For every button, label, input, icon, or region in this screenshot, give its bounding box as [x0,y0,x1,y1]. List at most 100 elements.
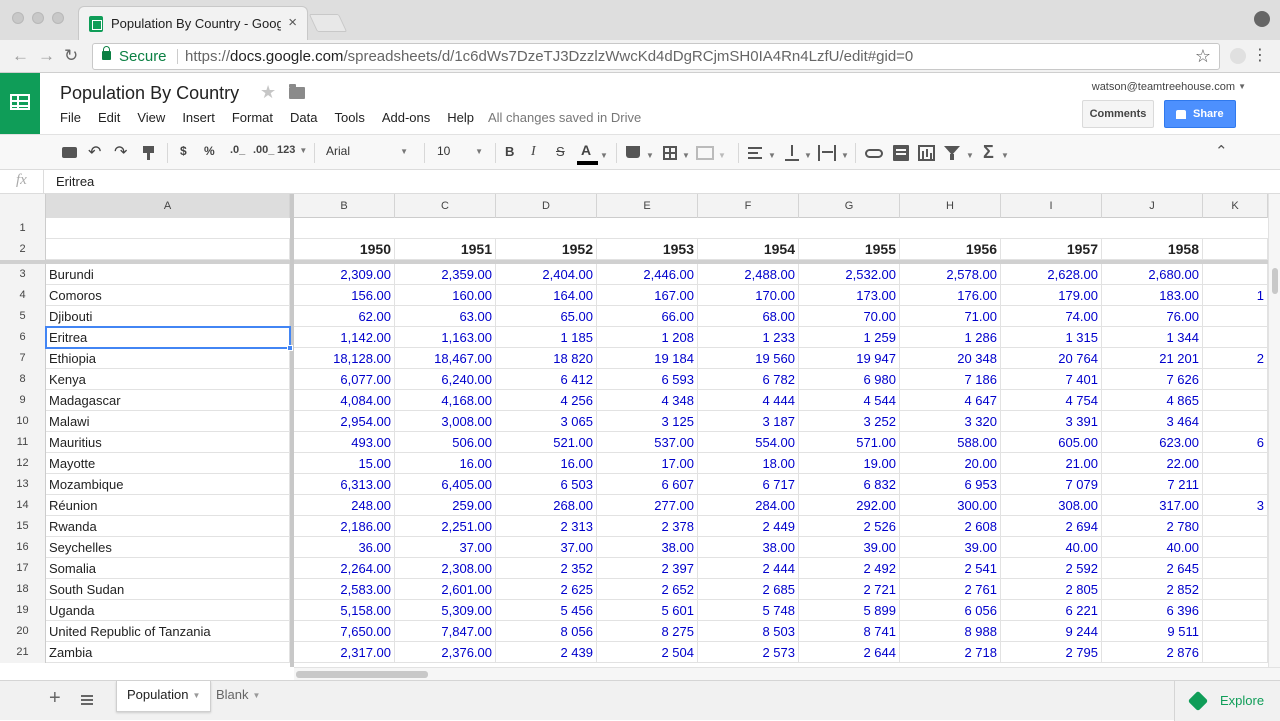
cell-j16[interactable]: 40.00 [1102,537,1203,558]
insert-comment-icon[interactable] [893,145,909,161]
cell-f2[interactable]: 1954 [698,239,799,260]
cell-c13[interactable]: 6,405.00 [395,474,496,495]
cell-b16[interactable]: 36.00 [294,537,395,558]
cell-k10[interactable] [1203,411,1268,432]
cell-b13[interactable]: 6,313.00 [294,474,395,495]
cell-c12[interactable]: 16.00 [395,453,496,474]
functions-icon[interactable]: Σ [983,142,994,163]
cell-h21[interactable]: 2 718 [900,642,1001,663]
cell-f4[interactable]: 170.00 [698,285,799,306]
cell-h20[interactable]: 8 988 [900,621,1001,642]
text-wrap-icon[interactable] [818,145,836,161]
horizontal-scrollbar-thumb[interactable] [296,671,428,678]
cell-f7[interactable]: 19 560 [698,348,799,369]
cell-b15[interactable]: 2,186.00 [294,516,395,537]
cell-f18[interactable]: 2 685 [698,579,799,600]
cell-c14[interactable]: 259.00 [395,495,496,516]
cell-e14[interactable]: 277.00 [597,495,698,516]
cell-i4[interactable]: 179.00 [1001,285,1102,306]
cell-f17[interactable]: 2 444 [698,558,799,579]
column-header-b[interactable]: B [294,194,395,218]
cell-h14[interactable]: 300.00 [900,495,1001,516]
cell-i2[interactable]: 1957 [1001,239,1102,260]
percent-format-button[interactable]: % [204,144,215,158]
font-select[interactable]: Arial ▼ [326,144,410,158]
row-header[interactable]: 12 [0,453,46,474]
cell-c9[interactable]: 4,168.00 [395,390,496,411]
cell-g18[interactable]: 2 721 [799,579,900,600]
cell-b5[interactable]: 62.00 [294,306,395,327]
cell-g20[interactable]: 8 741 [799,621,900,642]
fill-color-caret-icon[interactable]: ▼ [646,147,654,162]
cell-k3[interactable] [1203,264,1268,285]
cell-b2[interactable]: 1950 [294,239,395,260]
cell-j3[interactable]: 2,680.00 [1102,264,1203,285]
cell-e6[interactable]: 1 208 [597,327,698,348]
row-header[interactable]: 17 [0,558,46,579]
cell-i10[interactable]: 3 391 [1001,411,1102,432]
cell-a21[interactable]: Zambia [46,642,290,663]
cell-g3[interactable]: 2,532.00 [799,264,900,285]
sheet-tab-population[interactable]: Population ▼ [116,681,212,712]
cell-a2[interactable] [46,239,290,260]
cell-k11[interactable]: 6 [1203,432,1268,453]
cell-h3[interactable]: 2,578.00 [900,264,1001,285]
formula-input[interactable]: Eritrea [56,174,94,189]
cell-c10[interactable]: 3,008.00 [395,411,496,432]
row-header[interactable]: 10 [0,411,46,432]
cell-i7[interactable]: 20 764 [1001,348,1102,369]
cell-d19[interactable]: 5 456 [496,600,597,621]
cell-g15[interactable]: 2 526 [799,516,900,537]
cell-g5[interactable]: 70.00 [799,306,900,327]
menu-view[interactable]: View [137,110,165,125]
insert-chart-icon[interactable] [918,145,935,161]
bookmark-star-icon[interactable]: ☆ [1195,46,1211,67]
row-header[interactable]: 8 [0,369,46,390]
cell-d10[interactable]: 3 065 [496,411,597,432]
fill-handle[interactable] [287,345,293,351]
cell-k9[interactable] [1203,390,1268,411]
cell-d21[interactable]: 2 439 [496,642,597,663]
cell-g12[interactable]: 19.00 [799,453,900,474]
cell-f8[interactable]: 6 782 [698,369,799,390]
tab-close-icon[interactable]: × [288,14,297,31]
cell-f6[interactable]: 1 233 [698,327,799,348]
cell-j11[interactable]: 623.00 [1102,432,1203,453]
cell-b7[interactable]: 18,128.00 [294,348,395,369]
cell-f12[interactable]: 18.00 [698,453,799,474]
cell-h9[interactable]: 4 647 [900,390,1001,411]
cell-g9[interactable]: 4 544 [799,390,900,411]
cell-f19[interactable]: 5 748 [698,600,799,621]
cell-b4[interactable]: 156.00 [294,285,395,306]
cell-a10[interactable]: Malawi [46,411,290,432]
cell-i9[interactable]: 4 754 [1001,390,1102,411]
cell-h10[interactable]: 3 320 [900,411,1001,432]
cell-c11[interactable]: 506.00 [395,432,496,453]
collapse-toolbar-icon[interactable]: ⌃ [1215,142,1228,160]
cell-k15[interactable] [1203,516,1268,537]
cell-k18[interactable] [1203,579,1268,600]
cell-e17[interactable]: 2 397 [597,558,698,579]
cell-g21[interactable]: 2 644 [799,642,900,663]
cell-k8[interactable] [1203,369,1268,390]
cell-j19[interactable]: 6 396 [1102,600,1203,621]
decrease-decimal-button[interactable]: .0_ [230,144,245,156]
cell-f9[interactable]: 4 444 [698,390,799,411]
row-header[interactable]: 3 [0,264,46,285]
cell-i11[interactable]: 605.00 [1001,432,1102,453]
cell-d12[interactable]: 16.00 [496,453,597,474]
cell-j6[interactable]: 1 344 [1102,327,1203,348]
cell-c7[interactable]: 18,467.00 [395,348,496,369]
cell-h7[interactable]: 20 348 [900,348,1001,369]
row-header[interactable]: 20 [0,621,46,642]
cell-f15[interactable]: 2 449 [698,516,799,537]
cell-c18[interactable]: 2,601.00 [395,579,496,600]
column-header-d[interactable]: D [496,194,597,218]
cell-i14[interactable]: 308.00 [1001,495,1102,516]
row-header[interactable]: 4 [0,285,46,306]
column-header-h[interactable]: H [900,194,1001,218]
redo-icon[interactable]: ↷ [114,142,127,162]
cell-f3[interactable]: 2,488.00 [698,264,799,285]
row-header[interactable]: 15 [0,516,46,537]
borders-icon[interactable] [663,146,677,160]
